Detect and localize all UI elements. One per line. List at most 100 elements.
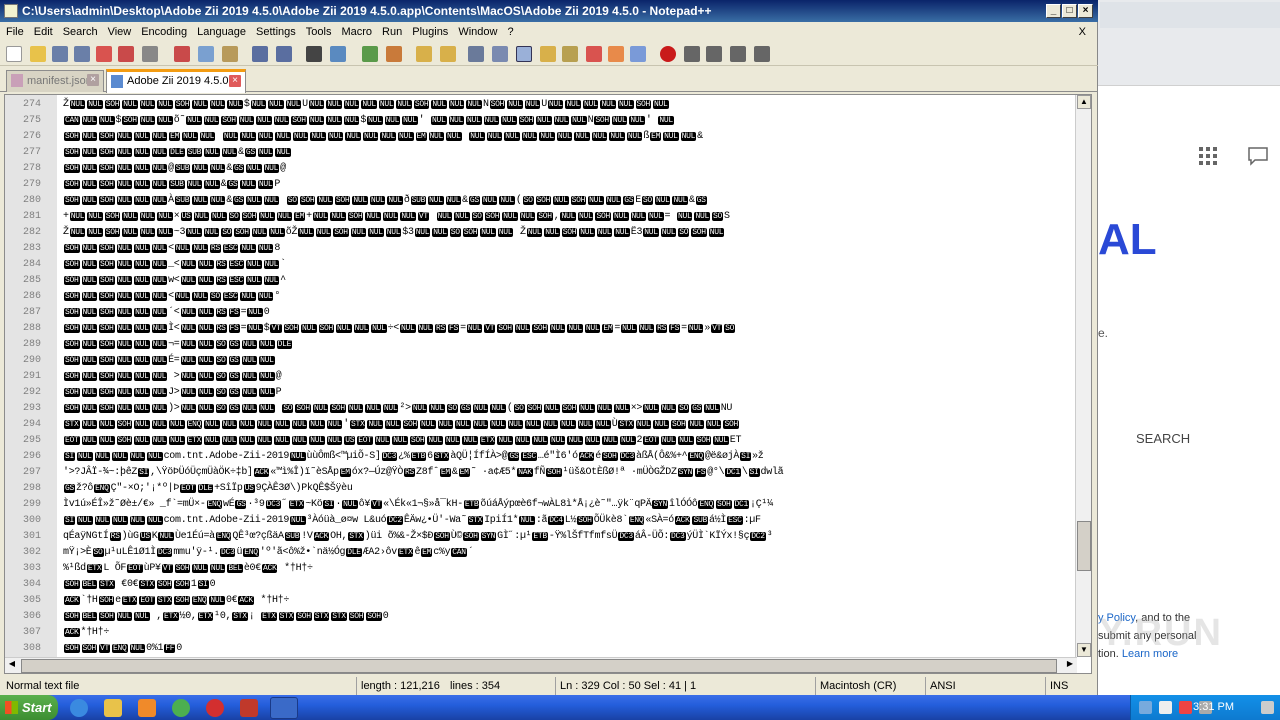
save-icon[interactable] bbox=[52, 46, 68, 62]
vertical-scrollbar[interactable]: ▲ ▼ bbox=[1075, 95, 1091, 657]
menu-tools[interactable]: Tools bbox=[302, 22, 336, 42]
editor-line[interactable]: 297 '>?JÂÏ-¾~:þêZ SI ,\ŸöÞÜóÜçmÜàÖK÷‡b] ACK «… bbox=[5, 465, 1077, 481]
new-file-icon[interactable] bbox=[6, 46, 22, 62]
indent-guide-icon[interactable] bbox=[516, 46, 532, 62]
record-macro-icon[interactable] bbox=[660, 46, 676, 62]
chat-icon[interactable] bbox=[1248, 147, 1268, 166]
editor-line[interactable]: 280 SOH NUL SOH NUL NUL NUL À SUB NUL NUL & GS NUL NUL… bbox=[5, 193, 1077, 209]
function-list-icon[interactable] bbox=[586, 46, 602, 62]
editor-line[interactable]: 303 %¹ßd ETX L ÕF EOT ùP¥ VT SOH NUL NUL BEL è0€ ACK… bbox=[5, 561, 1077, 577]
paste-icon[interactable] bbox=[222, 46, 238, 62]
maximize-button[interactable]: □ bbox=[1062, 4, 1077, 18]
scroll-right-icon[interactable]: ▶ bbox=[1063, 658, 1077, 672]
security-icon[interactable] bbox=[1179, 701, 1192, 714]
editor-line[interactable]: 288 SOH NUL SOH NUL NUL NUL Ì< NUL NUL RS FS = NUL $ VT… bbox=[5, 321, 1077, 337]
sync-horizontal-icon[interactable] bbox=[440, 46, 456, 62]
editor-line[interactable]: 305 ACK `†H SOH e ETX EOT STX SOH ENQ NUL 0€ ACK *†H… bbox=[5, 593, 1077, 609]
tab-adobe-zii[interactable]: Adobe Zii 2019 4.5.0 × bbox=[106, 69, 246, 93]
editor-line[interactable]: 293 SOH NUL SOH NUL NUL NUL)> NUL NUL SO GS NUL NUL … bbox=[5, 401, 1077, 417]
replace-icon[interactable] bbox=[330, 46, 346, 62]
menu-encoding[interactable]: Encoding bbox=[137, 22, 191, 42]
close-all-icon[interactable] bbox=[118, 46, 134, 62]
editor-line[interactable]: 299 Ìv1ú»ÉÎ»ž˜Øè±/€» _f`=mÜ×- ENQ wÉ GS ·³9 DC… bbox=[5, 497, 1077, 513]
monitoring-icon[interactable] bbox=[630, 46, 646, 62]
doc-map-icon[interactable] bbox=[562, 46, 578, 62]
editor-line[interactable]: 304 SOH BEL STX €0€ STX SOH SOH 1 SI 0 bbox=[5, 577, 1077, 593]
menu-plugins[interactable]: Plugins bbox=[408, 22, 452, 42]
editor-line[interactable]: 300 SI NUL NUL NUL NUL NUL com.tnt.Adobe-Zii-20… bbox=[5, 513, 1077, 529]
editor-line[interactable]: 308 SOH SOH VT ENQ NUL 0%1 FF 0 bbox=[5, 641, 1077, 657]
open-file-icon[interactable] bbox=[30, 46, 46, 62]
menu-view[interactable]: View bbox=[104, 22, 136, 42]
volume-icon[interactable] bbox=[1159, 701, 1172, 714]
horizontal-scrollbar[interactable]: ◀ ▶ bbox=[5, 657, 1077, 673]
menu-help[interactable]: ? bbox=[503, 22, 517, 42]
menu-macro[interactable]: Macro bbox=[337, 22, 376, 42]
save-all-icon[interactable] bbox=[74, 46, 90, 62]
play-multiple-icon[interactable] bbox=[730, 46, 746, 62]
editor-line[interactable]: 287 SOH NUL SOH NUL NUL NUL ´< NUL NUL RS FS = NUL 0 bbox=[5, 305, 1077, 321]
media-player-icon[interactable] bbox=[138, 699, 156, 717]
ie-icon[interactable] bbox=[70, 699, 88, 717]
chrome-icon[interactable] bbox=[172, 699, 190, 717]
menu-window[interactable]: Window bbox=[454, 22, 501, 42]
app-icon[interactable] bbox=[240, 699, 258, 717]
menu-run[interactable]: Run bbox=[378, 22, 406, 42]
editor-line[interactable]: 296 SI NUL NUL NUL NUL NUL com.tnt.Adobe-Zii-20… bbox=[5, 449, 1077, 465]
editor-line[interactable]: 292 SOH NUL SOH NUL NUL NUL J> NUL NUL SO GS NUL NUL P bbox=[5, 385, 1077, 401]
opera-icon[interactable] bbox=[206, 699, 224, 717]
tray-misc-icon[interactable] bbox=[1261, 701, 1274, 714]
zoom-in-icon[interactable] bbox=[362, 46, 378, 62]
cut-icon[interactable] bbox=[174, 46, 190, 62]
editor-line[interactable]: 281 + NUL NUL SOH NUL NUL NUL × US NUL NUL SO SOH NUL N… bbox=[5, 209, 1077, 225]
copy-icon[interactable] bbox=[198, 46, 214, 62]
print-icon[interactable] bbox=[142, 46, 158, 62]
close-button[interactable]: × bbox=[1078, 4, 1093, 18]
show-all-chars-icon[interactable] bbox=[492, 46, 508, 62]
scroll-up-icon[interactable]: ▲ bbox=[1077, 95, 1091, 109]
editor-line[interactable]: 277 SOH NUL SOH NUL NUL NUL DLE SUB NUL NUL & GS NUL N… bbox=[5, 145, 1077, 161]
editor-line[interactable]: 301 qÉaÿNGtÍ RS)ùG US K NUL Ùe1Éú=à ENQ QÊ³œ?çßä… bbox=[5, 529, 1077, 545]
editor-line[interactable]: 286 SOH NUL SOH NUL NUL NUL < NUL NUL SO ESC NUL NUL ° bbox=[5, 289, 1077, 305]
editor-line[interactable]: 274 Ž NUL NUL SOH NUL NUL NUL SOH NUL NUL NUL $ NUL NU… bbox=[5, 97, 1077, 113]
minimize-button[interactable]: _ bbox=[1046, 4, 1061, 18]
menu-settings[interactable]: Settings bbox=[252, 22, 300, 42]
start-button[interactable]: Start bbox=[0, 695, 58, 720]
scrollbar-thumb[interactable] bbox=[1077, 521, 1091, 571]
editor-line[interactable]: 306 SOH BEL SOH NUL NUL , ETX ½0, ETX ¹0, STX ¡ ETX… bbox=[5, 609, 1077, 625]
notepadpp-taskbar-button[interactable] bbox=[270, 697, 298, 719]
editor-line[interactable]: 283 SOH NUL SOH NUL NUL NUL < NUL NUL RS ESC NUL NUL 8 bbox=[5, 241, 1077, 257]
sync-vertical-icon[interactable] bbox=[416, 46, 432, 62]
scrollbar-thumb[interactable] bbox=[21, 659, 1057, 673]
network-icon[interactable] bbox=[1139, 701, 1152, 714]
search-link[interactable]: SEARCH bbox=[1136, 431, 1190, 446]
editor-line[interactable]: 278 SOH NUL SOH NUL NUL NUL @ SUB NUL NUL & GS NUL NUL… bbox=[5, 161, 1077, 177]
menu-file[interactable]: File bbox=[2, 22, 28, 42]
save-macro-icon[interactable] bbox=[754, 46, 770, 62]
tab-manifest-json[interactable]: manifest.json × bbox=[6, 70, 104, 92]
close-icon[interactable] bbox=[96, 46, 112, 62]
editor-line[interactable]: 290 SOH NUL SOH NUL NUL NUL É= NUL NUL SO GS NUL NUL bbox=[5, 353, 1077, 369]
menu-search[interactable]: Search bbox=[59, 22, 102, 42]
tab-close-icon[interactable]: × bbox=[229, 75, 241, 87]
find-icon[interactable] bbox=[306, 46, 322, 62]
scroll-down-icon[interactable]: ▼ bbox=[1077, 643, 1091, 657]
editor-line[interactable]: 285 SOH NUL SOH NUL NUL NUL w< NUL NUL RS ESC NUL NUL… bbox=[5, 273, 1077, 289]
zoom-out-icon[interactable] bbox=[386, 46, 402, 62]
editor-line[interactable]: 295 EOT NUL NUL SOH NUL NUL NUL ETX NUL NUL NUL NUL N… bbox=[5, 433, 1077, 449]
play-macro-icon[interactable] bbox=[706, 46, 722, 62]
editor-line[interactable]: 275 CAN NUL NUL $ SOH NUL NUL õ˜ NUL NUL SOH NUL NUL N… bbox=[5, 113, 1077, 129]
editor-area[interactable]: 274 Ž NUL NUL SOH NUL NUL NUL SOH NUL NUL NUL $ NUL NU… bbox=[4, 94, 1092, 674]
editor-line[interactable]: 307 ACK *†H†÷ bbox=[5, 625, 1077, 641]
tab-close-icon[interactable]: × bbox=[87, 74, 99, 86]
editor-line[interactable]: 294 STX NUL NUL SOH NUL NUL NUL ENQ NUL NUL NUL NUL N… bbox=[5, 417, 1077, 433]
folder-workspace-icon[interactable] bbox=[608, 46, 624, 62]
editor-line[interactable]: 289 SOH NUL SOH NUL NUL NUL ¬= NUL NUL SO GS NUL NUL D… bbox=[5, 337, 1077, 353]
undo-icon[interactable] bbox=[252, 46, 268, 62]
menu-edit[interactable]: Edit bbox=[30, 22, 57, 42]
editor-line[interactable]: 282 Ž NUL NUL SOH NUL NUL NUL ~3 NUL NUL SO SOH NUL NU… bbox=[5, 225, 1077, 241]
apps-grid-icon[interactable] bbox=[1199, 147, 1217, 165]
editor-line[interactable]: 291 SOH NUL SOH NUL NUL NUL > NUL NUL SO GS NUL NUL @ bbox=[5, 369, 1077, 385]
word-wrap-icon[interactable] bbox=[468, 46, 484, 62]
editor-line[interactable]: 284 SOH NUL SOH NUL NUL NUL _< NUL NUL RS ESC NUL NUL… bbox=[5, 257, 1077, 273]
